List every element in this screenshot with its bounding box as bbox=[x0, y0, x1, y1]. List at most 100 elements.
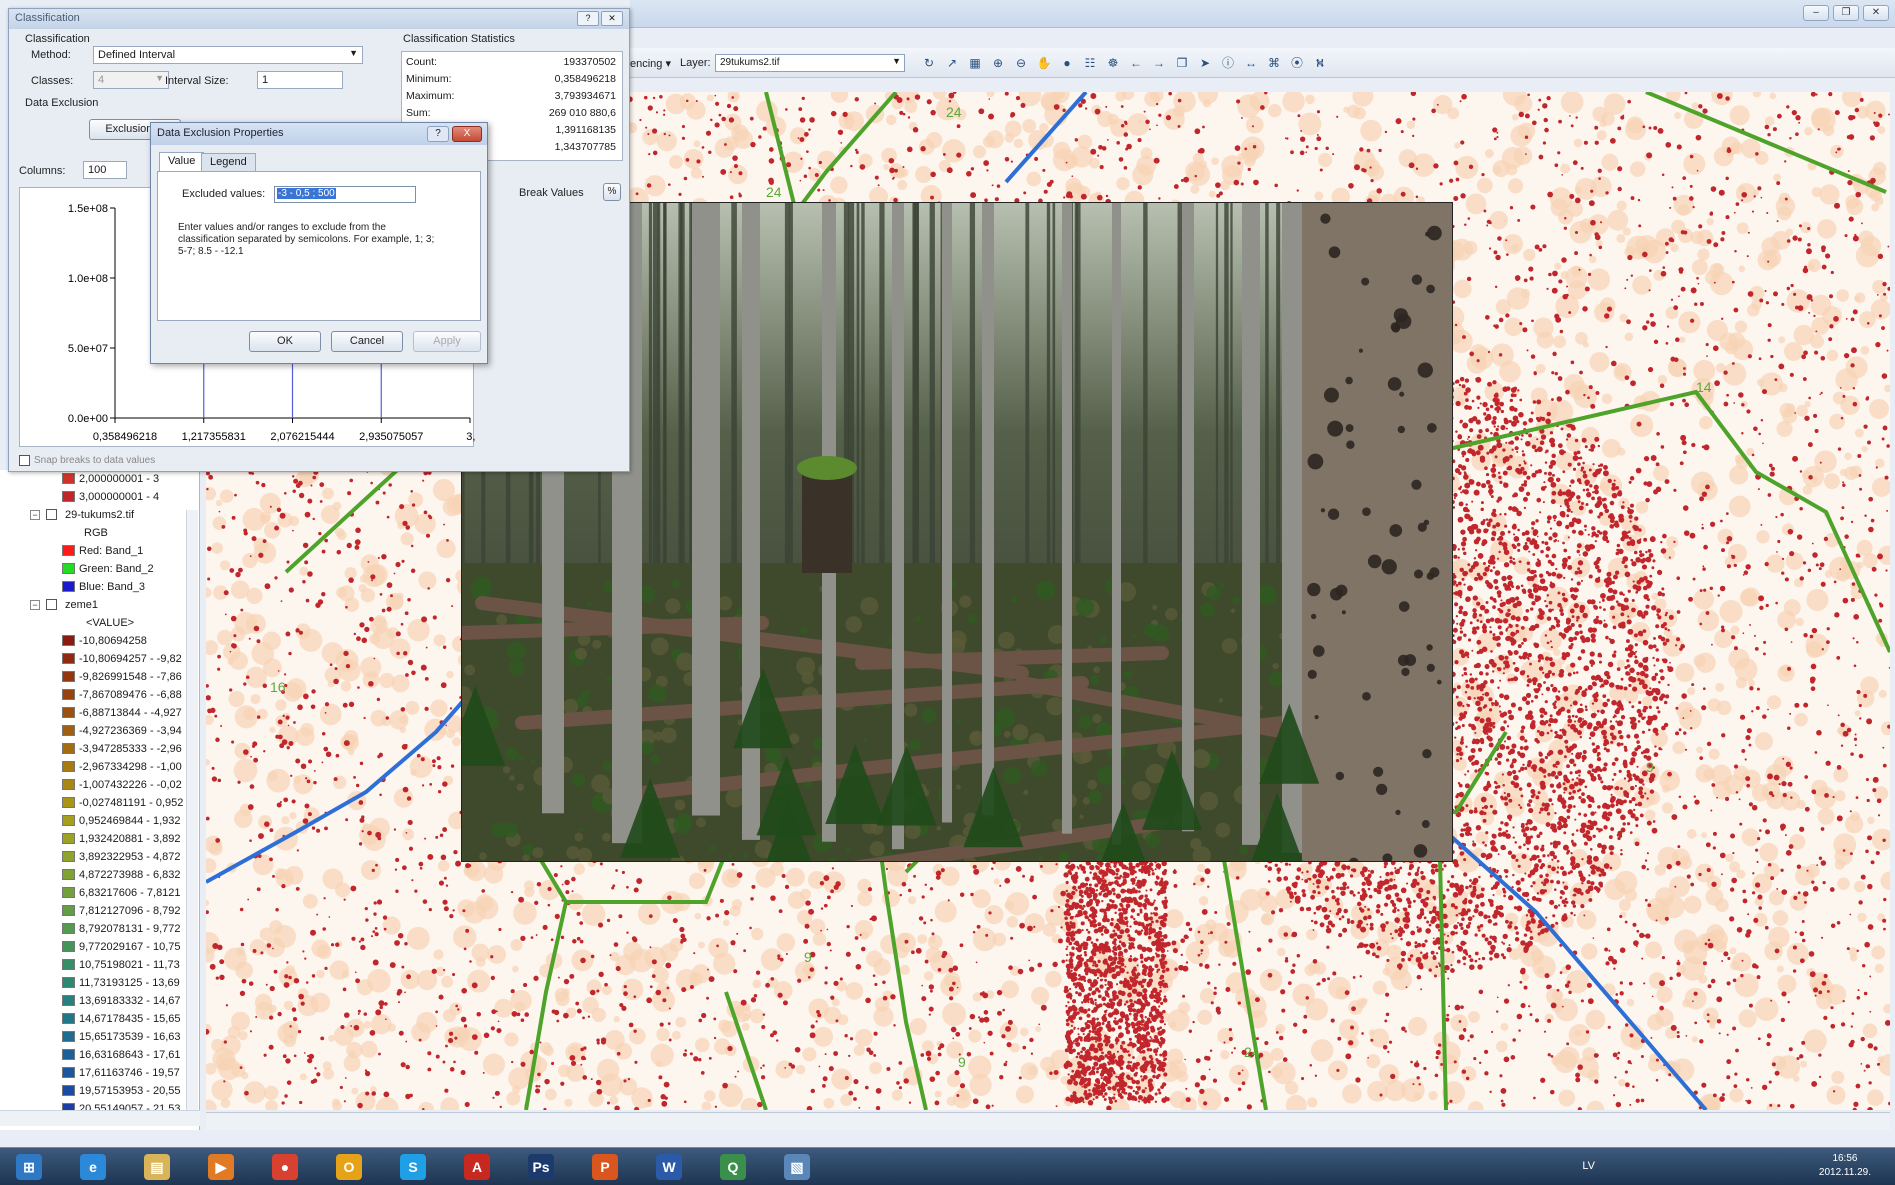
legend-item: 11,73193125 - 13,69 bbox=[62, 974, 180, 991]
interval-size-input[interactable]: 1 bbox=[257, 71, 343, 89]
photoshop-taskbar-button[interactable]: Ps bbox=[516, 1151, 566, 1183]
zoom-in-icon[interactable]: ⊕ bbox=[989, 54, 1007, 72]
y-tick-label: 0.0e+00 bbox=[68, 413, 108, 425]
pointer-icon[interactable]: ➤ bbox=[1196, 54, 1214, 72]
close-button[interactable]: ✕ bbox=[1863, 5, 1889, 21]
acrobat-taskbar-button[interactable]: A bbox=[452, 1151, 502, 1183]
legend-label: 16,63168643 - 17,61 bbox=[79, 1048, 181, 1061]
identify-icon[interactable]: ⓘ bbox=[1219, 54, 1237, 72]
restore-button[interactable]: ❐ bbox=[1833, 5, 1859, 21]
classes-dropdown[interactable]: 4 ▼ bbox=[93, 71, 169, 89]
measure-icon[interactable]: ↔ bbox=[1242, 54, 1260, 72]
method-dropdown[interactable]: Defined Interval ▼ bbox=[93, 46, 363, 64]
legend-label: 7,812127096 - 8,792 bbox=[79, 904, 181, 917]
ok-button[interactable]: OK bbox=[249, 331, 321, 352]
break-values-label: Break Values bbox=[519, 187, 584, 199]
help-button[interactable]: ? bbox=[577, 11, 599, 26]
legend-label: 1,932420881 - 3,892 bbox=[79, 832, 181, 845]
parcel-number-label: 14 bbox=[1696, 379, 1712, 395]
columns-stepper[interactable]: 100 bbox=[83, 161, 127, 179]
find-icon[interactable]: ⌘ bbox=[1265, 54, 1283, 72]
route-icon[interactable]: ⛕ bbox=[1311, 54, 1329, 72]
toc-scrollbar[interactable] bbox=[186, 510, 198, 1120]
chrome-taskbar-button[interactable]: ● bbox=[260, 1151, 310, 1183]
georeferencing-toolbar: encing ▾ Layer: 29tukums2.tif ▼ ↻ ↗ ▦ ⊕ ⊖ ✋ ● ☷… bbox=[630, 48, 1895, 78]
search-app-icon: Q bbox=[720, 1154, 746, 1180]
legend-swatch bbox=[62, 1013, 75, 1024]
media-taskbar-button[interactable]: ▶ bbox=[196, 1151, 246, 1183]
legend-label: 10,75198021 - 11,73 bbox=[79, 958, 180, 971]
select-icon[interactable]: ❐ bbox=[1173, 54, 1191, 72]
map-statusbar bbox=[206, 1112, 1890, 1130]
pan-icon[interactable]: ✋ bbox=[1035, 54, 1053, 72]
explorer-taskbar-button[interactable]: ▤ bbox=[132, 1151, 182, 1183]
fixed-zoom-icon[interactable]: ☸ bbox=[1104, 54, 1122, 72]
globe-icon[interactable]: ● bbox=[1058, 54, 1076, 72]
powerpoint-taskbar-button[interactable]: P bbox=[580, 1151, 630, 1183]
title-bar: – ❐ ✕ bbox=[630, 0, 1895, 28]
parcel-number-label: 9 bbox=[804, 949, 812, 965]
legend-swatch bbox=[62, 959, 75, 970]
legend-item: 19,57153953 - 20,55 bbox=[62, 1082, 181, 1099]
legend-swatch bbox=[62, 977, 75, 988]
band-item: Green: Band_2 bbox=[62, 560, 154, 577]
start-taskbar-button[interactable]: ⊞ bbox=[4, 1151, 54, 1183]
parcel-number-label: 24 bbox=[766, 184, 782, 200]
binoculars-icon[interactable]: ⦿ bbox=[1288, 54, 1306, 72]
table-icon[interactable]: ▦ bbox=[966, 54, 984, 72]
legend-item: 1,932420881 - 3,892 bbox=[62, 830, 181, 847]
skype-taskbar-button[interactable]: S bbox=[388, 1151, 438, 1183]
legend-label: -10,80694258 bbox=[79, 634, 147, 647]
forward-icon[interactable]: → bbox=[1150, 54, 1168, 72]
layer-zeme1[interactable]: − zeme1 bbox=[30, 596, 98, 613]
chevron-down-icon: ▼ bbox=[892, 56, 901, 66]
stat-row: Maximum: 3,793934671 bbox=[406, 90, 616, 106]
outlook-icon: O bbox=[336, 1154, 362, 1180]
stat-value: 0,358496218 bbox=[554, 73, 616, 85]
word-taskbar-button[interactable]: W bbox=[644, 1151, 694, 1183]
ie-taskbar-button[interactable]: e bbox=[68, 1151, 118, 1183]
full-extent-icon[interactable]: ☷ bbox=[1081, 54, 1099, 72]
layer-name: zeme1 bbox=[65, 598, 99, 611]
zoom-out-icon[interactable]: ⊖ bbox=[1012, 54, 1030, 72]
help-icon[interactable]: ? bbox=[427, 126, 449, 142]
columns-value: 100 bbox=[88, 164, 107, 176]
apply-button[interactable]: Apply bbox=[413, 331, 481, 352]
system-clock[interactable]: 16:56 2012.11.29. bbox=[1819, 1152, 1871, 1180]
legend-item: 17,61163746 - 19,57 bbox=[62, 1064, 180, 1081]
layer-visibility-checkbox[interactable] bbox=[46, 599, 57, 610]
cancel-button[interactable]: Cancel bbox=[331, 331, 403, 352]
language-indicator[interactable]: LV bbox=[1582, 1160, 1595, 1172]
arcmap-taskbar-button[interactable]: ▧ bbox=[772, 1151, 822, 1183]
legend-label: 4,872273988 - 6,832 bbox=[79, 868, 181, 881]
rotate-icon[interactable]: ↻ bbox=[920, 54, 938, 72]
back-icon[interactable]: ← bbox=[1127, 54, 1145, 72]
arcmap-icon: ▧ bbox=[784, 1154, 810, 1180]
arrow-icon[interactable]: ↗ bbox=[943, 54, 961, 72]
legend-item: -4,927236369 - -3,94 bbox=[62, 722, 182, 739]
georeferencing-menu[interactable]: encing ▾ bbox=[630, 57, 671, 70]
layer-dropdown[interactable]: 29tukums2.tif ▼ bbox=[715, 54, 905, 72]
layer-29-tukums2[interactable]: − 29-tukums2.tif bbox=[30, 506, 134, 523]
close-icon[interactable]: ✕ bbox=[601, 11, 623, 26]
tab-legend[interactable]: Legend bbox=[201, 153, 256, 171]
percent-button[interactable]: % bbox=[603, 183, 621, 201]
close-icon[interactable]: X bbox=[452, 126, 482, 142]
minimize-button[interactable]: – bbox=[1803, 5, 1829, 21]
tab-value[interactable]: Value bbox=[159, 152, 205, 172]
start-icon: ⊞ bbox=[16, 1154, 42, 1180]
toc-horizontal-scrollbar[interactable] bbox=[0, 1110, 200, 1126]
snap-breaks-checkbox[interactable] bbox=[19, 455, 30, 466]
layer-visibility-checkbox[interactable] bbox=[46, 509, 57, 520]
excluded-values-input[interactable]: -3 - 0,5 ; 500 bbox=[274, 186, 416, 203]
outlook-taskbar-button[interactable]: O bbox=[324, 1151, 374, 1183]
collapse-icon[interactable]: − bbox=[30, 599, 40, 610]
value-tab-panel: Excluded values: -3 - 0,5 ; 500 Enter va… bbox=[157, 171, 481, 321]
snap-breaks-option[interactable]: Snap breaks to data values bbox=[19, 455, 155, 466]
legend-label: 15,65173539 - 16,63 bbox=[79, 1030, 181, 1043]
legend-item: -10,80694258 bbox=[62, 632, 147, 649]
collapse-icon[interactable]: − bbox=[30, 509, 40, 520]
legend-swatch bbox=[62, 797, 75, 808]
search-app-taskbar-button[interactable]: Q bbox=[708, 1151, 758, 1183]
legend-item: 3,000000001 - 4 bbox=[62, 488, 159, 505]
